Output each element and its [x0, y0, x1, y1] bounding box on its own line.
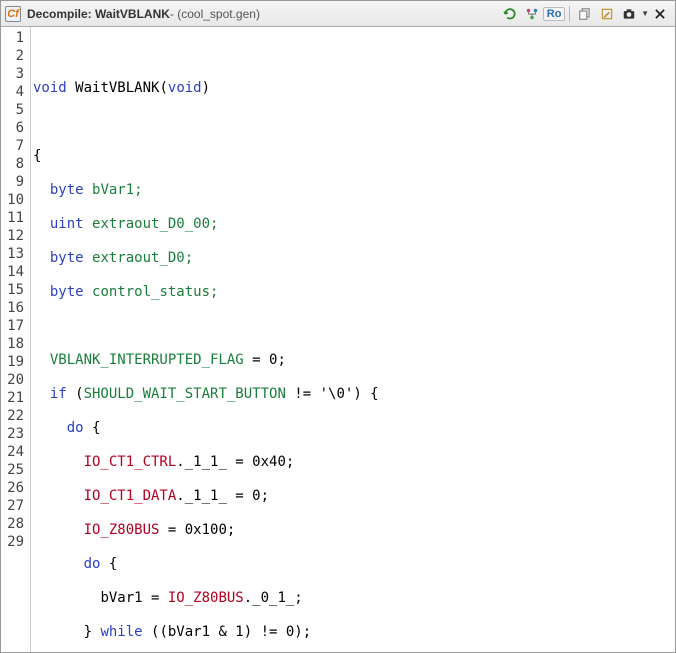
title-text: Decompile: WaitVBLANK [27, 7, 170, 21]
decompile-panel: Cf Decompile: WaitVBLANK - (cool_spot.ge… [0, 0, 676, 653]
line-number: 2 [1, 47, 30, 65]
close-icon[interactable] [651, 5, 669, 23]
code-line: IO_CT1_CTRL._1_1_ = 0x40; [31, 453, 675, 471]
code-line: do { [31, 419, 675, 437]
code-line [31, 113, 675, 131]
toolbar-separator [569, 6, 570, 22]
line-number: 22 [1, 407, 30, 425]
line-number: 16 [1, 299, 30, 317]
line-number: 3 [1, 65, 30, 83]
code-line: } while ((bVar1 & 1) != 0); [31, 623, 675, 641]
edit-icon[interactable] [598, 5, 616, 23]
refresh-icon[interactable] [501, 5, 519, 23]
line-number: 29 [1, 533, 30, 551]
line-number: 6 [1, 119, 30, 137]
line-number: 20 [1, 371, 30, 389]
line-number: 24 [1, 443, 30, 461]
copy-icon[interactable] [576, 5, 594, 23]
code-line: uint extraout_D0_00; [31, 215, 675, 233]
decompile-file-icon: Cf [5, 6, 21, 22]
line-number: 21 [1, 389, 30, 407]
code-line: do { [31, 555, 675, 573]
line-number: 12 [1, 227, 30, 245]
line-number: 23 [1, 425, 30, 443]
line-number: 15 [1, 281, 30, 299]
line-number: 25 [1, 461, 30, 479]
tree-icon[interactable] [523, 5, 541, 23]
code-line [31, 45, 675, 63]
rename-toggle-button[interactable]: Ro [545, 5, 563, 23]
line-number: 13 [1, 245, 30, 263]
snapshot-icon[interactable] [620, 5, 638, 23]
line-number: 19 [1, 353, 30, 371]
line-number: 10 [1, 191, 30, 209]
line-number: 27 [1, 497, 30, 515]
line-number: 28 [1, 515, 30, 533]
line-number: 17 [1, 317, 30, 335]
code-line: byte bVar1; [31, 181, 675, 199]
code-line: bVar1 = IO_Z80BUS._0_1_; [31, 589, 675, 607]
line-number: 9 [1, 173, 30, 191]
line-number: 1 [1, 29, 30, 47]
line-number: 7 [1, 137, 30, 155]
line-number: 26 [1, 479, 30, 497]
line-number: 4 [1, 83, 30, 101]
code-line: byte control_status; [31, 283, 675, 301]
snapshot-dropdown-arrow[interactable]: ▼ [641, 9, 649, 18]
code-line: { [31, 147, 675, 165]
code-line: IO_CT1_DATA._1_1_ = 0; [31, 487, 675, 505]
line-number: 11 [1, 209, 30, 227]
titlebar: Cf Decompile: WaitVBLANK - (cool_spot.ge… [1, 1, 675, 27]
line-number: 5 [1, 101, 30, 119]
line-number-gutter: 1 2 3 4 5 6 7 8 9 10 11 12 13 14 15 16 1… [1, 27, 31, 652]
code-line [31, 317, 675, 335]
code-editor[interactable]: 1 2 3 4 5 6 7 8 9 10 11 12 13 14 15 16 1… [1, 27, 675, 652]
code-line: VBLANK_INTERRUPTED_FLAG = 0; [31, 351, 675, 369]
code-line: if (SHOULD_WAIT_START_BUTTON != '\0') { [31, 385, 675, 403]
line-number: 14 [1, 263, 30, 281]
code-line: void WaitVBLANK(void) [31, 79, 675, 97]
line-number: 8 [1, 155, 30, 173]
code-body[interactable]: void WaitVBLANK(void) { byte bVar1; uint… [31, 27, 675, 652]
code-line: byte extraout_D0; [31, 249, 675, 267]
title-subtitle: - (cool_spot.gen) [170, 7, 260, 21]
code-line: IO_Z80BUS = 0x100; [31, 521, 675, 539]
line-number: 18 [1, 335, 30, 353]
